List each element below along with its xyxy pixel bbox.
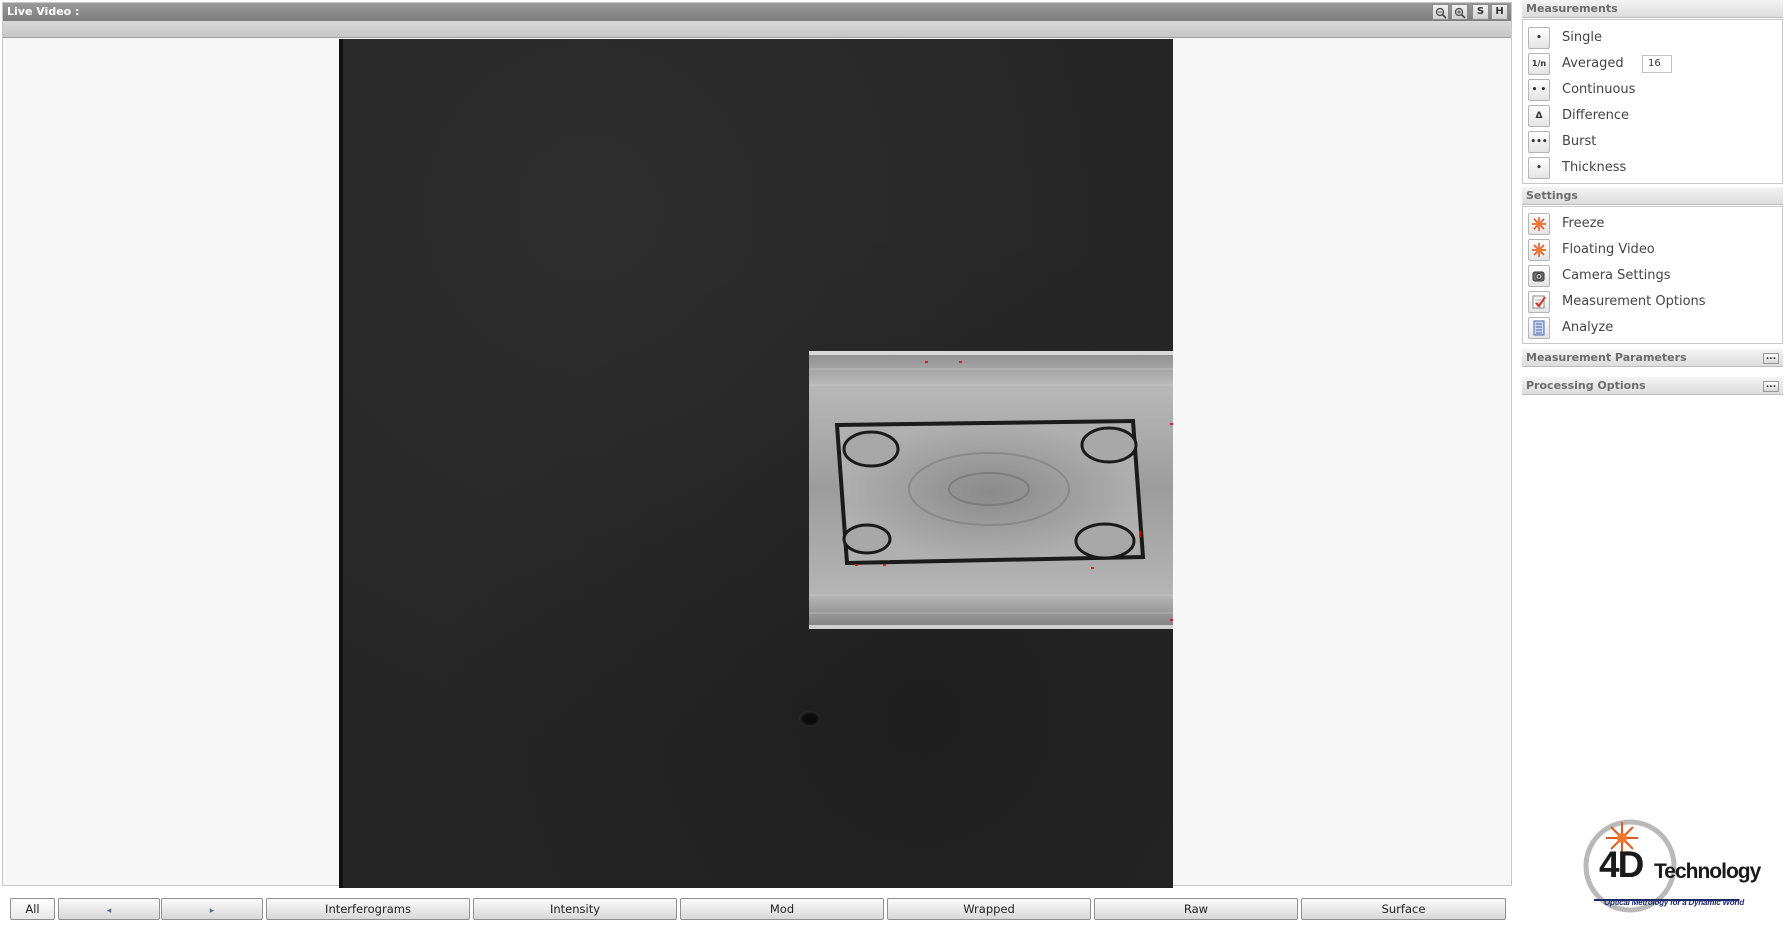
settings-camera-item[interactable]: Camera Settings — [1528, 265, 1778, 287]
settings-camera-label: Camera Settings — [1562, 268, 1671, 283]
settings-analyze-label: Analyze — [1562, 320, 1614, 335]
camera-icon — [1528, 265, 1550, 287]
tab-interferograms[interactable]: Interferograms — [266, 898, 470, 920]
tab-intensity[interactable]: Intensity — [473, 898, 677, 920]
thickness-icon: • — [1528, 157, 1550, 179]
checklist-icon — [1528, 291, 1550, 313]
h-button[interactable]: H — [1491, 4, 1508, 20]
measure-continuous-item[interactable]: • • Continuous — [1528, 79, 1778, 101]
measure-single-label: Single — [1562, 30, 1602, 45]
settings-section: Freeze Floating Video Camera Settings Me… — [1522, 206, 1783, 344]
zoom-out-icon[interactable] — [1432, 4, 1449, 20]
measure-burst-label: Burst — [1562, 134, 1597, 149]
settings-floating-video-label: Floating Video — [1562, 242, 1655, 257]
s-button[interactable]: S — [1472, 4, 1489, 20]
measure-averaged-item[interactable]: 1/n Averaged 16 — [1528, 53, 1778, 75]
measure-single-item[interactable]: • Single — [1528, 27, 1778, 49]
measure-thickness-item[interactable]: • Thickness — [1528, 157, 1778, 179]
processing-options-label: Processing Options — [1526, 379, 1646, 392]
sample-part-image — [809, 351, 1173, 629]
settings-measurement-options-item[interactable]: Measurement Options — [1528, 291, 1778, 313]
logo-brand-sub: Technology — [1654, 860, 1761, 883]
tab-prev-button[interactable]: ◂ — [58, 898, 160, 920]
live-video-titlebar: Live Video : S H — [3, 3, 1511, 21]
live-video-image[interactable] — [339, 39, 1173, 888]
measurement-parameters-more-button[interactable]: ... — [1763, 353, 1779, 364]
single-dot-icon: • — [1528, 27, 1550, 49]
measure-difference-item[interactable]: Δ Difference — [1528, 105, 1778, 127]
chevron-left-icon: ◂ — [106, 906, 112, 916]
measure-continuous-label: Continuous — [1562, 82, 1636, 97]
app-window: Live Video : S H All ◂ ▸ Interferograms … — [0, 0, 1785, 926]
burst-icon: ••• — [1528, 131, 1550, 153]
averaged-count-input[interactable]: 16 — [1642, 55, 1672, 73]
tab-wrapped[interactable]: Wrapped — [887, 898, 1091, 920]
live-video-toolbar — [3, 21, 1511, 38]
analyze-document-icon — [1528, 317, 1550, 339]
floating-video-icon — [1528, 239, 1550, 261]
dust-particle — [799, 711, 821, 727]
measurements-section: • Single 1/n Averaged 16 • • Continuous … — [1522, 19, 1783, 184]
tab-mod[interactable]: Mod — [680, 898, 884, 920]
settings-freeze-item[interactable]: Freeze — [1528, 213, 1778, 235]
tab-raw[interactable]: Raw — [1094, 898, 1298, 920]
tab-next-button[interactable]: ▸ — [161, 898, 263, 920]
measurements-header[interactable]: Measurements — [1522, 0, 1783, 18]
view-tab-bar: All ◂ ▸ Interferograms Intensity Mod Wra… — [10, 898, 1512, 920]
averaged-icon: 1/n — [1528, 53, 1550, 75]
processing-options-more-button[interactable]: ... — [1763, 381, 1779, 392]
chevron-right-icon: ▸ — [209, 906, 215, 916]
logo-brand-main: 4D — [1599, 844, 1644, 885]
tab-all[interactable]: All — [10, 898, 55, 920]
measurement-parameters-header[interactable]: Measurement Parameters ... — [1522, 349, 1783, 367]
zoom-in-icon[interactable] — [1451, 4, 1468, 20]
side-panel: Measurements • Single 1/n Averaged 16 • … — [1520, 0, 1783, 926]
processing-options-header[interactable]: Processing Options ... — [1522, 377, 1783, 395]
continuous-icon: • • — [1528, 79, 1550, 101]
freeze-star-icon — [1528, 213, 1550, 235]
measure-thickness-label: Thickness — [1562, 160, 1627, 175]
frame-edge — [339, 39, 343, 888]
settings-measurement-options-label: Measurement Options — [1562, 294, 1706, 309]
measure-difference-label: Difference — [1562, 108, 1630, 123]
measurement-parameters-label: Measurement Parameters — [1526, 351, 1687, 364]
live-video-title: Live Video : — [7, 5, 80, 18]
settings-header[interactable]: Settings — [1522, 187, 1783, 205]
logo-tagline: Optical Metrology for a Dynamic World — [1603, 898, 1745, 907]
measure-averaged-label: Averaged — [1562, 56, 1624, 71]
settings-analyze-item[interactable]: Analyze — [1528, 317, 1778, 339]
settings-floating-video-item[interactable]: Floating Video — [1528, 239, 1778, 261]
settings-freeze-label: Freeze — [1562, 216, 1605, 231]
live-video-panel: Live Video : S H — [2, 2, 1512, 888]
company-logo: 4D Technology Optical Metrology for a Dy… — [1574, 814, 1761, 914]
measure-burst-item[interactable]: ••• Burst — [1528, 131, 1778, 153]
delta-icon: Δ — [1528, 105, 1550, 127]
tab-surface[interactable]: Surface — [1301, 898, 1506, 920]
